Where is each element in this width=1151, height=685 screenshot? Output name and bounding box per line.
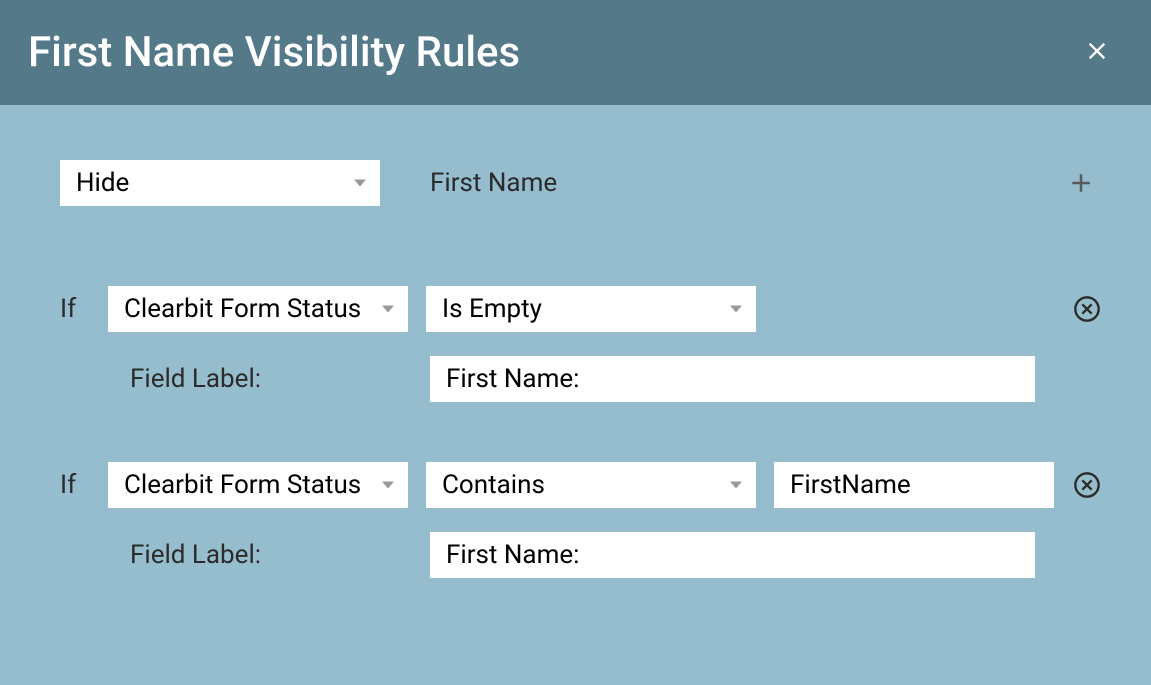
- add-rule-button[interactable]: [1061, 163, 1101, 203]
- dialog-header: First Name Visibility Rules: [0, 0, 1151, 105]
- chevron-down-icon: [730, 482, 742, 489]
- field-label-row: Field Label:: [60, 532, 1091, 578]
- condition-row: If Clearbit Form Status Is Empty: [60, 286, 1091, 332]
- condition-operator-value: Is Empty: [442, 294, 542, 324]
- condition-field-value: Clearbit Form Status: [124, 470, 364, 500]
- dialog-title: First Name Visibility Rules: [28, 28, 520, 77]
- condition-row: If Clearbit Form Status Contains: [60, 462, 1091, 508]
- condition-field-value: Clearbit Form Status: [124, 294, 364, 324]
- close-icon[interactable]: [1083, 35, 1111, 71]
- condition-operator-value: Contains: [442, 470, 545, 500]
- remove-condition-button[interactable]: [1073, 471, 1101, 499]
- field-label-text: Field Label:: [130, 364, 430, 394]
- action-field-name: First Name: [430, 168, 557, 198]
- field-label-input[interactable]: [430, 532, 1035, 578]
- field-label-row: Field Label:: [60, 356, 1091, 402]
- field-label-input[interactable]: [430, 356, 1035, 402]
- chevron-down-icon: [730, 306, 742, 313]
- action-row: Hide First Name: [60, 160, 1091, 206]
- condition-field-dropdown[interactable]: Clearbit Form Status: [108, 286, 408, 332]
- action-dropdown-value: Hide: [76, 168, 129, 198]
- chevron-down-icon: [382, 306, 394, 313]
- remove-condition-button[interactable]: [1073, 295, 1101, 323]
- chevron-down-icon: [354, 180, 366, 187]
- condition-value-input[interactable]: [774, 462, 1054, 508]
- if-label: If: [60, 470, 90, 500]
- condition-field-dropdown[interactable]: Clearbit Form Status: [108, 462, 408, 508]
- chevron-down-icon: [382, 482, 394, 489]
- condition-operator-dropdown[interactable]: Contains: [426, 462, 756, 508]
- condition-operator-dropdown[interactable]: Is Empty: [426, 286, 756, 332]
- action-dropdown[interactable]: Hide: [60, 160, 380, 206]
- if-label: If: [60, 294, 90, 324]
- dialog-content: Hide First Name If Clearbit Form Status …: [0, 105, 1151, 638]
- field-label-text: Field Label:: [130, 540, 430, 570]
